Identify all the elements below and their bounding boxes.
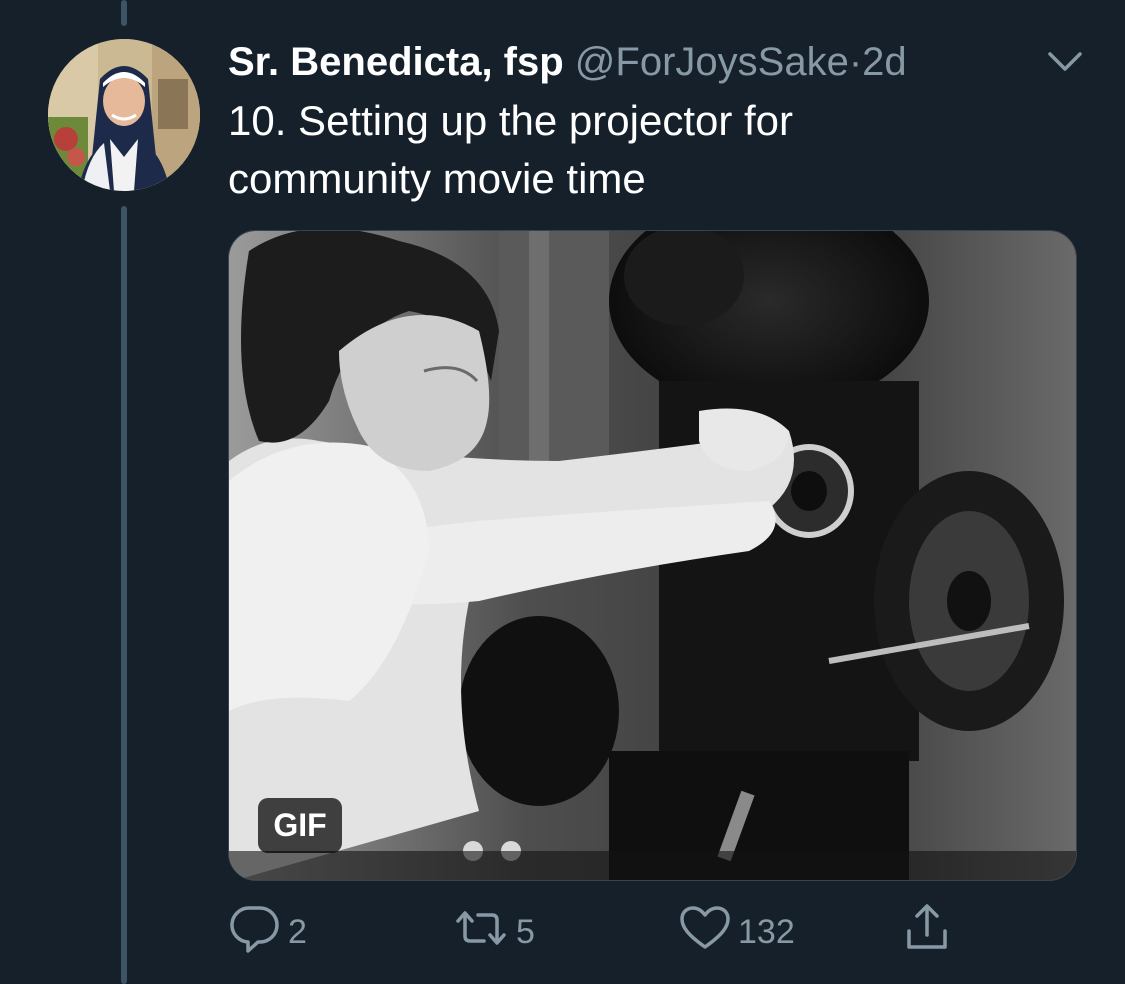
tweet: Sr. Benedicta, fsp @ForJoysSake·2d 10. S… <box>0 0 1125 984</box>
thread-line <box>121 0 127 26</box>
heart-icon <box>678 901 732 964</box>
media-gif[interactable]: GIF <box>228 230 1077 881</box>
tweet-actions: 2 5 132 <box>228 900 988 964</box>
tweet-text: 10. Setting up the projector for communi… <box>228 97 794 202</box>
timestamp[interactable]: 2d <box>862 40 907 84</box>
gif-badge: GIF <box>258 798 342 853</box>
thread-line <box>121 206 127 984</box>
separator-dot: · <box>848 40 863 84</box>
user-handle[interactable]: @ForJoysSake <box>575 40 849 84</box>
reply-count: 2 <box>288 912 307 951</box>
share-button[interactable] <box>900 900 954 964</box>
retweet-count: 5 <box>516 912 535 951</box>
reply-button[interactable]: 2 <box>228 900 307 964</box>
chevron-down-icon[interactable] <box>1044 44 1086 80</box>
display-name[interactable]: Sr. Benedicta, fsp <box>228 40 564 84</box>
retweet-icon <box>452 901 510 964</box>
like-button[interactable]: 132 <box>678 900 795 964</box>
avatar[interactable] <box>48 39 200 191</box>
reply-icon <box>228 901 282 964</box>
tweet-header: Sr. Benedicta, fsp @ForJoysSake·2d <box>228 36 907 88</box>
share-icon <box>900 901 954 964</box>
like-count: 132 <box>738 912 795 951</box>
retweet-button[interactable]: 5 <box>452 900 535 964</box>
